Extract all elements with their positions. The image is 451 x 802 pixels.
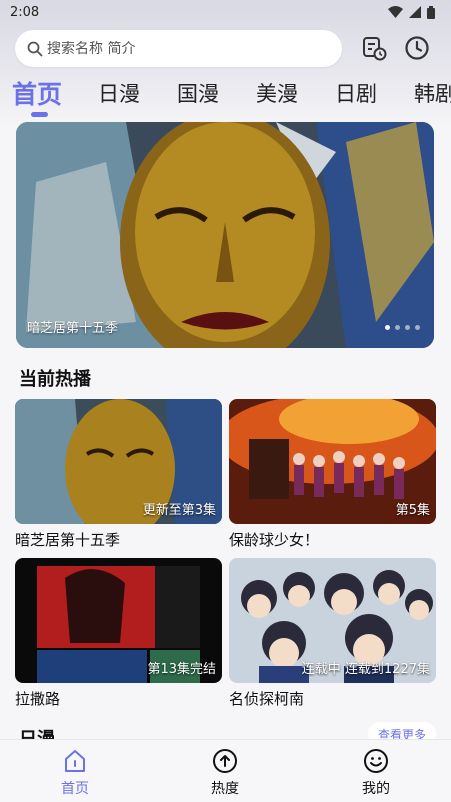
nav-label: 首页 (61, 781, 89, 797)
anime-card[interactable]: 第13集完结 拉撒路 (15, 558, 222, 709)
battery-icon (427, 5, 435, 19)
nav-profile[interactable]: 我的 (331, 748, 421, 798)
bottom-navigation: 首页 热度 我的 (0, 739, 451, 802)
tab-chinese-anime[interactable]: 国漫 (177, 78, 219, 108)
clock-icon (405, 36, 429, 60)
nav-label: 我的 (362, 781, 390, 797)
tab-american-anime[interactable]: 美漫 (256, 78, 298, 108)
upload-circle-icon (213, 749, 237, 773)
card-title: 暗芝居第十五季 (15, 531, 121, 549)
card-title: 名侦探柯南 (229, 690, 305, 708)
nav-label: 热度 (211, 781, 239, 797)
history-button[interactable] (403, 34, 431, 62)
anime-card[interactable]: 连载中 连载到1227集 名侦探柯南 (229, 558, 436, 709)
history-list-icon (363, 37, 387, 61)
episode-badge: 连载中 连载到1227集 (301, 662, 430, 677)
card-thumbnail: 第13集完结 (15, 558, 222, 683)
nav-home[interactable]: 首页 (30, 748, 120, 798)
episode-badge: 第13集完结 (147, 662, 216, 677)
signal-icon (409, 6, 421, 18)
episode-badge: 更新至第3集 (142, 503, 216, 518)
featured-banner[interactable]: 暗芝居第十五季 (16, 122, 434, 348)
episode-badge: 第5集 (395, 503, 430, 518)
pager-dot (415, 325, 420, 330)
tab-japanese-anime[interactable]: 日漫 (98, 78, 140, 108)
tab-korean-drama[interactable]: 韩剧 (414, 78, 451, 108)
card-thumbnail: 第5集 (229, 399, 436, 524)
card-thumbnail: 连载中 连载到1227集 (229, 558, 436, 683)
search-icon (27, 41, 43, 56)
anime-card[interactable]: 更新至第3集 暗芝居第十五季 (15, 399, 222, 550)
pager-dot (405, 325, 410, 330)
status-time: 2:08 (10, 4, 40, 20)
search-bar[interactable] (15, 30, 342, 67)
pager-dot (395, 325, 400, 330)
banner-pager (385, 325, 420, 330)
tab-indicator (31, 112, 48, 117)
status-icons (388, 5, 435, 19)
banner-caption: 暗芝居第十五季 (27, 321, 119, 336)
tab-japanese-drama[interactable]: 日剧 (335, 78, 377, 108)
card-title: 保龄球少女！ (229, 531, 320, 549)
search-input[interactable] (47, 40, 307, 57)
wifi-icon (388, 6, 403, 18)
history-filter-button[interactable] (360, 34, 388, 62)
home-icon (65, 750, 85, 772)
card-thumbnail: 更新至第3集 (15, 399, 222, 524)
smiley-icon (364, 749, 388, 773)
banner-image (16, 122, 434, 348)
nav-trending[interactable]: 热度 (180, 748, 270, 798)
card-title: 拉撒路 (15, 690, 61, 708)
section-title-hot: 当前热播 (19, 369, 91, 390)
category-tabs: 首页 日漫 国漫 美漫 日剧 韩剧 (0, 72, 451, 120)
status-bar: 2:08 (0, 0, 451, 24)
pager-dot (385, 325, 390, 330)
tab-home[interactable]: 首页 (12, 75, 62, 111)
anime-card[interactable]: 第5集 保龄球少女！ (229, 399, 436, 550)
